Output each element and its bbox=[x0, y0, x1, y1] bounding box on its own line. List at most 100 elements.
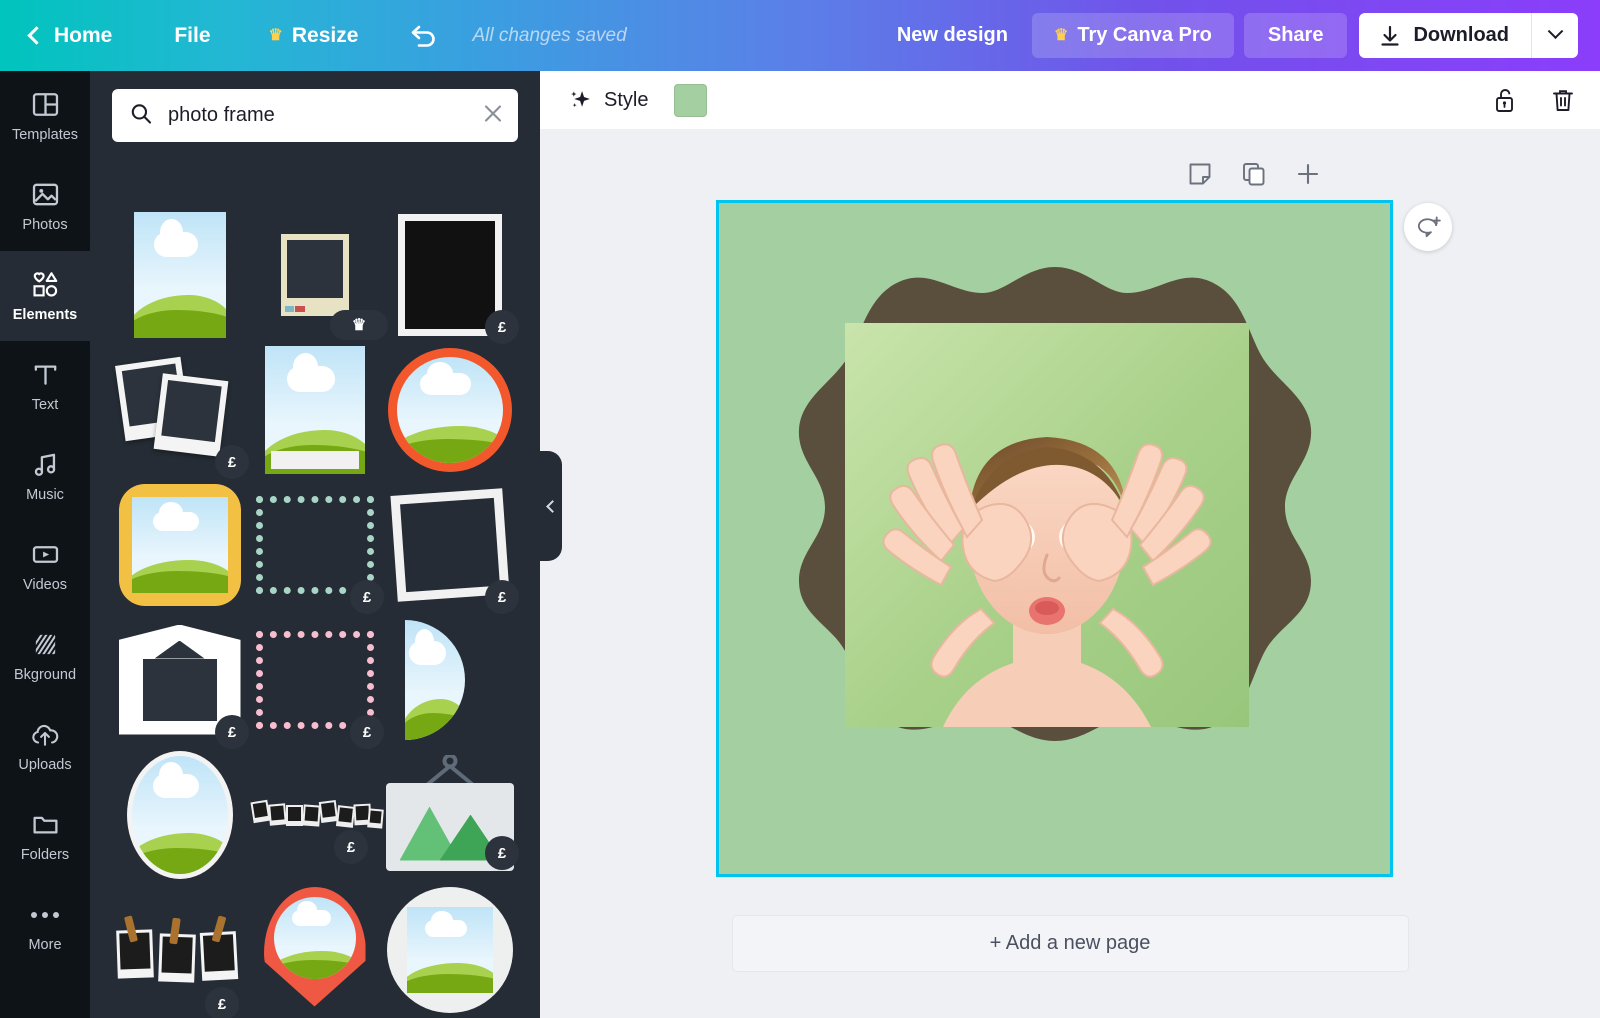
sidebar-item-label: More bbox=[28, 936, 62, 953]
sidebar-item-elements[interactable]: Elements bbox=[0, 237, 90, 355]
element-polaroid-strip-frame[interactable]: £ bbox=[247, 747, 384, 882]
element-hanging-picture-frame[interactable]: £ bbox=[382, 747, 519, 882]
sidebar-item-templates[interactable]: Templates bbox=[0, 71, 90, 161]
uploads-icon bbox=[30, 720, 60, 750]
chevron-down-icon bbox=[1547, 23, 1563, 40]
sidebar-item-more[interactable]: More bbox=[0, 881, 90, 971]
results-row: £ £ bbox=[112, 747, 519, 882]
price-badge: £ bbox=[215, 715, 249, 749]
download-button-group: Download bbox=[1359, 13, 1578, 58]
folders-icon bbox=[31, 810, 60, 840]
resize-label: Resize bbox=[291, 23, 359, 47]
new-design-button[interactable]: New design bbox=[873, 24, 1032, 47]
results-row: £ £ bbox=[112, 477, 519, 614]
try-pro-label: Try Canva Pro bbox=[1077, 24, 1212, 46]
element-stacked-polaroids-frame[interactable]: £ bbox=[112, 342, 249, 479]
element-tall-white-photo-frame[interactable] bbox=[247, 342, 382, 477]
photos-icon bbox=[31, 180, 60, 210]
crown-icon: ♛ bbox=[268, 26, 283, 44]
elements-panel: ♛ £ £ bbox=[90, 71, 540, 1018]
sidebar-item-label: Videos bbox=[22, 576, 68, 593]
element-results-grid[interactable]: ♛ £ £ £ £ £ £ £ £ £ bbox=[90, 207, 540, 1018]
framed-photo[interactable] bbox=[844, 322, 1249, 727]
resize-button[interactable]: ♛ Resize bbox=[241, 0, 379, 71]
file-menu-button[interactable]: File bbox=[146, 0, 240, 71]
undo-arrow-icon bbox=[412, 25, 436, 47]
element-toolbar: Style bbox=[540, 71, 1600, 129]
element-gold-ornate-frame[interactable] bbox=[112, 477, 247, 612]
add-comment-icon bbox=[1417, 215, 1441, 237]
download-label: Download bbox=[1413, 24, 1509, 46]
undo-button[interactable] bbox=[398, 0, 450, 71]
elements-icon bbox=[30, 270, 61, 300]
clear-search-button[interactable] bbox=[482, 102, 504, 129]
price-badge: £ bbox=[485, 310, 519, 344]
share-button[interactable]: Share bbox=[1243, 13, 1348, 58]
sidebar-item-label: Music bbox=[26, 486, 64, 503]
design-page[interactable] bbox=[716, 200, 1393, 877]
element-tilted-white-frame[interactable]: £ bbox=[382, 477, 519, 614]
lock-button[interactable] bbox=[1492, 86, 1518, 114]
element-circle-square-photo-frame[interactable] bbox=[382, 882, 517, 1017]
search-icon bbox=[129, 101, 153, 130]
style-button[interactable]: Style bbox=[568, 88, 648, 113]
download-button[interactable]: Download bbox=[1359, 13, 1531, 58]
sidebar-item-videos[interactable]: Videos bbox=[0, 521, 90, 611]
collapse-panel-button[interactable] bbox=[540, 451, 562, 561]
search-input[interactable] bbox=[112, 89, 518, 142]
sidebar-item-label: Photos bbox=[22, 216, 68, 233]
search-area bbox=[90, 71, 540, 154]
pro-badge: ♛ bbox=[330, 310, 388, 340]
try-canva-pro-button[interactable]: ♛ Try Canva Pro bbox=[1032, 13, 1234, 58]
results-row: £ bbox=[112, 882, 518, 1018]
sparkle-icon bbox=[571, 90, 590, 107]
sidebar-item-label: Text bbox=[31, 396, 59, 413]
home-label: Home bbox=[54, 23, 113, 47]
element-open-box-white-frame[interactable]: £ bbox=[112, 612, 249, 749]
price-badge: £ bbox=[485, 836, 519, 870]
element-polaroid-cream-frame[interactable]: ♛ bbox=[247, 207, 388, 342]
text-icon bbox=[31, 360, 60, 390]
element-oval-photo-frame[interactable] bbox=[112, 747, 247, 882]
results-row: £ bbox=[112, 342, 518, 479]
home-button[interactable]: Home bbox=[0, 0, 146, 71]
sidebar-item-uploads[interactable]: Uploads bbox=[0, 701, 90, 791]
color-swatch-button[interactable] bbox=[674, 83, 708, 117]
element-clothespin-photos-frame[interactable]: £ bbox=[112, 882, 247, 1018]
element-toolbar-right bbox=[1492, 86, 1576, 114]
download-options-button[interactable] bbox=[1532, 13, 1578, 58]
price-badge: £ bbox=[205, 987, 239, 1018]
price-badge: £ bbox=[485, 580, 519, 614]
add-page-area: + Add a new page bbox=[540, 915, 1600, 972]
element-orange-circle-frame[interactable] bbox=[382, 342, 517, 477]
element-half-circle-frame[interactable] bbox=[382, 612, 517, 747]
element-black-bordered-frame[interactable]: £ bbox=[382, 207, 519, 344]
delete-button[interactable] bbox=[1550, 86, 1576, 114]
sidebar-item-label: Uploads bbox=[18, 756, 72, 773]
sidebar-item-folders[interactable]: Folders bbox=[0, 791, 90, 881]
page-tools bbox=[1187, 161, 1321, 187]
top-toolbar-right: New design ♛ Try Canva Pro Share Downloa… bbox=[873, 13, 1600, 58]
sidebar-item-background[interactable]: Bkground bbox=[0, 611, 90, 701]
add-comment-button[interactable] bbox=[1404, 203, 1452, 251]
music-icon bbox=[31, 450, 60, 480]
sidebar-item-music[interactable]: Music bbox=[0, 431, 90, 521]
chevron-left-icon bbox=[27, 26, 46, 45]
element-portrait-photo-frame[interactable] bbox=[112, 207, 247, 342]
duplicate-icon[interactable] bbox=[1241, 161, 1267, 187]
results-row: ♛ £ bbox=[112, 207, 519, 344]
ornate-photo-frame[interactable] bbox=[775, 259, 1335, 819]
price-badge: £ bbox=[350, 580, 384, 614]
sidebar-item-text[interactable]: Text bbox=[0, 341, 90, 431]
sidebar-item-label: Bkground bbox=[13, 666, 77, 683]
add-new-page-button[interactable]: + Add a new page bbox=[731, 915, 1409, 972]
crown-icon: ♛ bbox=[1054, 26, 1069, 44]
notes-icon[interactable] bbox=[1187, 161, 1213, 187]
element-pink-stamp-frame[interactable]: £ bbox=[247, 612, 384, 749]
plus-icon[interactable] bbox=[1295, 161, 1321, 187]
style-label: Style bbox=[604, 88, 649, 111]
element-map-pin-photo-frame[interactable] bbox=[247, 882, 382, 1017]
element-mint-stamp-frame[interactable]: £ bbox=[247, 477, 384, 614]
search-box bbox=[112, 89, 518, 142]
file-label: File bbox=[174, 23, 211, 47]
